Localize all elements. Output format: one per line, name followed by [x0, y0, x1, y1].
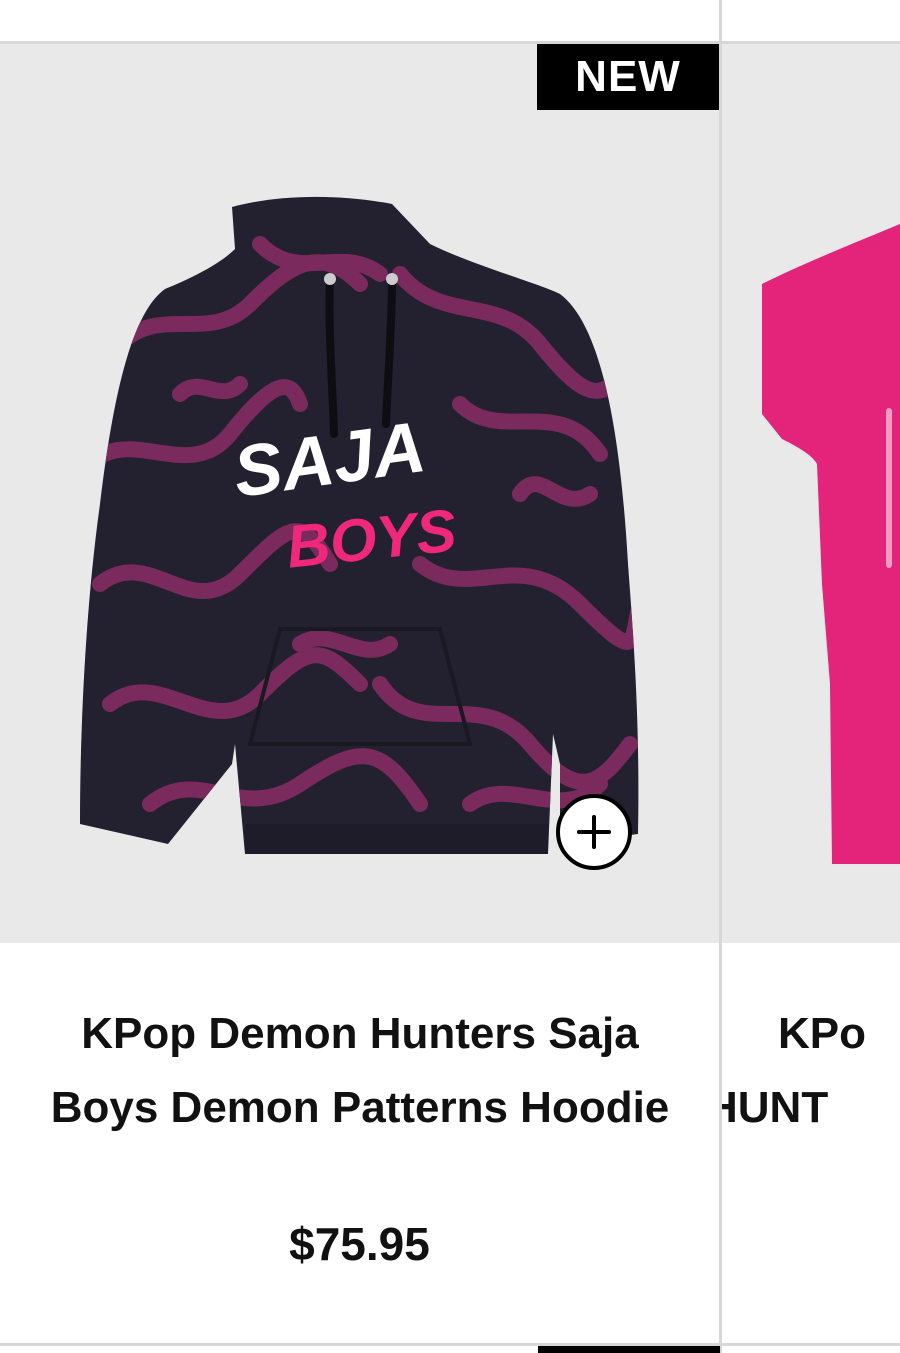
new-badge: NEW: [537, 44, 719, 110]
product-title-line1: KPo: [778, 1009, 866, 1058]
scroll-indicator: [886, 408, 892, 568]
product-card[interactable]: KPo HUNT: [722, 44, 900, 1343]
row-divider: [0, 1343, 900, 1346]
product-title-line2: HUNT: [722, 1083, 829, 1132]
product-grid-page: SAJA BOYS NEW KPop Demon Hunters Saja Bo…: [0, 0, 900, 1353]
product-title-partial[interactable]: KPo HUNT: [722, 997, 866, 1145]
plus-icon: [577, 815, 611, 849]
product-image-area[interactable]: [722, 44, 900, 943]
quick-add-button[interactable]: [556, 794, 632, 870]
product-info: KPo HUNT: [722, 943, 900, 1343]
product-price: $75.95: [289, 1218, 430, 1270]
previous-row-strip: [0, 0, 900, 41]
column-divider: [719, 0, 722, 1353]
next-row-badge-peek: [538, 1346, 720, 1353]
product-image-area[interactable]: SAJA BOYS NEW: [0, 44, 719, 943]
tshirt-image[interactable]: [722, 44, 900, 943]
product-title[interactable]: KPop Demon Hunters Saja Boys Demon Patte…: [30, 997, 690, 1145]
product-info: KPop Demon Hunters Saja Boys Demon Patte…: [0, 943, 719, 1343]
tshirt-body: [762, 224, 900, 864]
product-card[interactable]: SAJA BOYS NEW KPop Demon Hunters Saja Bo…: [0, 44, 719, 1343]
